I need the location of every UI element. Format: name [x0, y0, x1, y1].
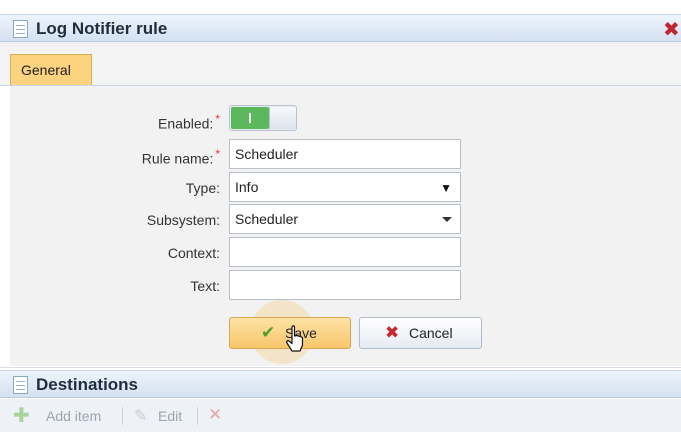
destinations-header: Destinations — [0, 370, 681, 398]
text-label: Text: — [190, 278, 220, 294]
dialog-title: Log Notifier rule — [36, 19, 168, 38]
document-icon — [13, 20, 28, 38]
toggle-on-segment — [231, 107, 269, 129]
cancel-button[interactable]: ✖ Cancel — [359, 317, 482, 349]
tab-general[interactable]: General — [10, 54, 92, 86]
tab-strip: General — [0, 42, 681, 86]
delete-icon[interactable]: ✕ — [208, 405, 222, 425]
subsystem-label: Subsystem: — [146, 212, 220, 228]
text-field[interactable] — [229, 270, 461, 300]
dropdown-arrow-icon[interactable] — [442, 217, 452, 222]
pencil-icon[interactable]: ✎ — [134, 406, 147, 426]
cross-icon: ✖ — [385, 323, 400, 342]
document-icon — [13, 376, 28, 394]
rule-name-label: Rule name: * — [141, 147, 220, 167]
context-input[interactable] — [235, 244, 455, 260]
checkmark-icon: ✔ — [261, 323, 276, 342]
dialog-titlebar: Log Notifier rule ✖ — [0, 14, 681, 42]
toolbar-divider — [197, 407, 198, 425]
chevron-down-icon[interactable]: ▼ — [440, 181, 452, 195]
rule-name-input[interactable] — [235, 146, 455, 162]
cancel-label: Cancel — [409, 325, 453, 341]
add-icon[interactable]: ✚ — [13, 403, 30, 428]
destinations-toolbar: ✚ Add item ✎ Edit ✕ — [0, 399, 681, 432]
context-field[interactable] — [229, 237, 461, 267]
type-value: Info — [235, 179, 259, 195]
enabled-label: Enabled: * — [158, 112, 220, 132]
enabled-toggle[interactable] — [229, 105, 297, 131]
toggle-knob[interactable] — [269, 107, 296, 129]
mouse-pointer-icon — [286, 325, 304, 352]
toolbar-divider — [122, 407, 123, 425]
context-label: Context: — [167, 245, 220, 261]
destinations-title: Destinations — [36, 375, 139, 394]
close-icon[interactable]: ✖ — [663, 17, 680, 42]
type-select[interactable]: Info ▼ — [229, 172, 461, 202]
subsystem-value: Scheduler — [235, 211, 299, 227]
rule-name-field[interactable] — [229, 139, 461, 169]
add-item-button[interactable]: Add item — [46, 408, 101, 424]
edit-button[interactable]: Edit — [158, 408, 182, 424]
text-input[interactable] — [235, 277, 455, 293]
section-divider — [0, 367, 681, 368]
type-label: Type: — [185, 180, 220, 196]
subsystem-combobox[interactable]: Scheduler — [229, 204, 461, 234]
